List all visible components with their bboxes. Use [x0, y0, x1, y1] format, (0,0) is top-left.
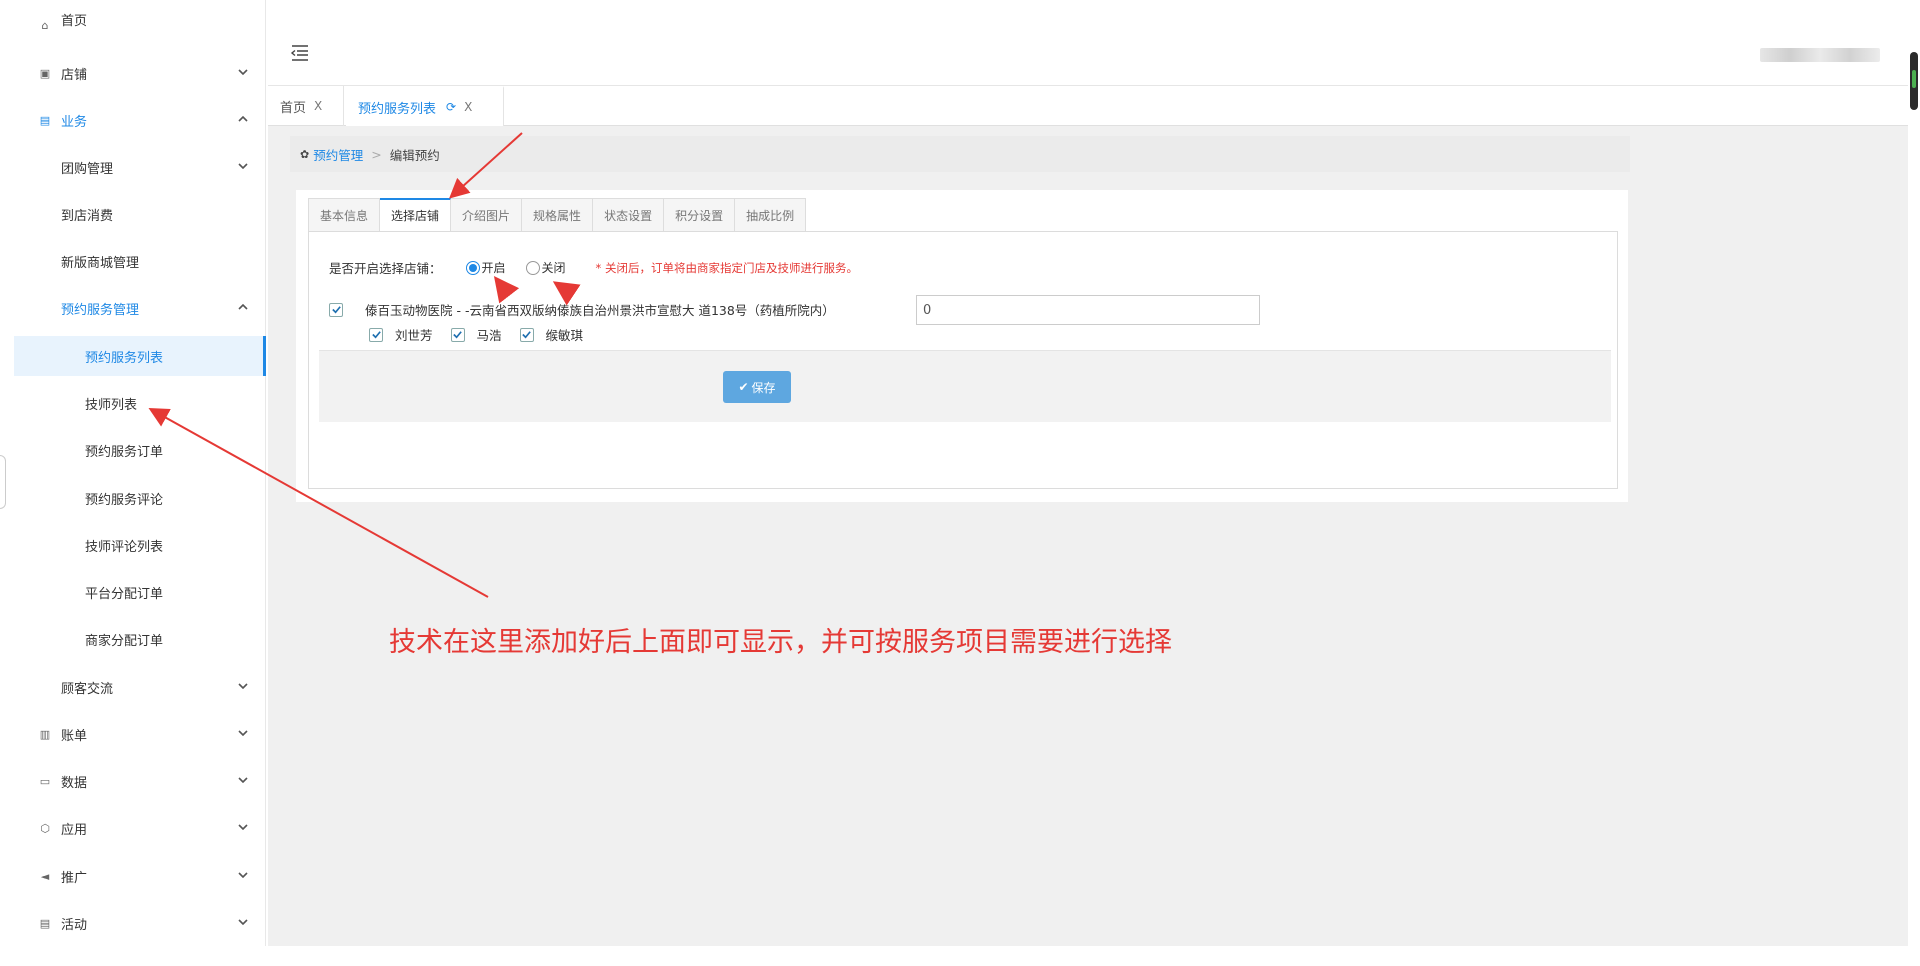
- radio-on-indicator[interactable]: [465, 260, 480, 275]
- bill-icon: ▥: [39, 727, 51, 741]
- technician-checkbox[interactable]: [450, 327, 465, 342]
- sidebar-item-home[interactable]: ⌂ 首页: [14, 6, 266, 44]
- page-tabs: 首页 X 预约服务列表 ⟳ X: [268, 86, 1908, 126]
- check-icon: ✔: [738, 380, 749, 394]
- sidebar-item-platform-orders[interactable]: 平台分配订单: [14, 572, 266, 612]
- store-row: 傣百玉动物医院 - -云南省西双版纳傣族自治州景洪市宣慰大 道138号（药植所院…: [329, 300, 835, 319]
- store-toggle-label: 是否开启选择店铺：: [329, 261, 442, 276]
- sidebar-collapse-handle[interactable]: [0, 455, 6, 509]
- close-icon[interactable]: X: [464, 100, 472, 114]
- chevron-down-icon: [238, 776, 248, 786]
- sidebar-item-tech-reviews[interactable]: 技师评论列表: [14, 525, 266, 565]
- main-content: ✿ 预约管理 > 编辑预约 基本信息 选择店铺 介绍图片 规格属性 状态设置 积…: [268, 126, 1908, 946]
- technician-checkbox[interactable]: [519, 327, 534, 342]
- sidebar-item-new-mall[interactable]: 新版商城管理: [14, 241, 266, 281]
- tab-select-store[interactable]: 选择店铺: [380, 198, 452, 232]
- breadcrumb-separator: >: [371, 146, 382, 162]
- technician-checkbox[interactable]: [369, 327, 383, 342]
- sidebar-item-merchant-orders[interactable]: 商家分配订单: [14, 619, 266, 659]
- business-icon: ▤: [39, 113, 51, 127]
- scrollbar-thumb[interactable]: [1910, 52, 1918, 110]
- sidebar-item-in-store[interactable]: 到店消费: [14, 194, 266, 234]
- technician-item: 缑敏琪: [519, 325, 583, 344]
- sidebar-item-booking-orders[interactable]: 预约服务订单: [14, 430, 266, 470]
- store-icon: ▣: [39, 66, 51, 80]
- tab-basic-info[interactable]: 基本信息: [308, 198, 381, 232]
- chevron-down-icon: [238, 682, 248, 692]
- data-icon: ▭: [39, 774, 51, 788]
- chevron-down-icon: [238, 68, 248, 78]
- chevron-up-icon: [238, 303, 248, 313]
- menu-toggle-icon[interactable]: [290, 43, 310, 63]
- refresh-icon[interactable]: ⟳: [446, 100, 456, 114]
- sidebar-item-activity[interactable]: ▤ 活动: [14, 903, 266, 943]
- sidebar-item-booking-list[interactable]: 预约服务列表: [14, 336, 266, 376]
- save-bar: ✔ 保存: [319, 350, 1611, 422]
- close-icon[interactable]: X: [314, 99, 322, 113]
- home-icon: ⌂: [41, 18, 49, 32]
- tab-points-settings[interactable]: 积分设置: [664, 198, 736, 232]
- sidebar-item-promotion[interactable]: ◄ 推广: [14, 856, 266, 896]
- chevron-up-icon: [238, 115, 248, 125]
- sidebar-item-customer-chat[interactable]: 顾客交流: [14, 667, 266, 707]
- chevron-down-icon: [238, 162, 248, 172]
- gear-icon: ✿: [300, 147, 310, 161]
- sidebar-item-booking-mgmt[interactable]: 预约服务管理: [14, 288, 266, 328]
- tab-intro-images[interactable]: 介绍图片: [451, 198, 523, 232]
- technician-item: 马浩: [450, 325, 502, 344]
- tab-status-settings[interactable]: 状态设置: [593, 198, 665, 232]
- store-checkbox[interactable]: [329, 302, 343, 317]
- user-info-blurred[interactable]: [1760, 48, 1880, 62]
- radio-off[interactable]: 关闭: [525, 259, 566, 276]
- chevron-down-icon: [238, 918, 248, 928]
- breadcrumb: ✿ 预约管理 > 编辑预约: [290, 136, 1630, 172]
- store-toggle-row: 是否开启选择店铺： 开启 关闭 * 关闭后，订单将由商家指定门店及技师进行服务。: [329, 258, 858, 277]
- tab-commission-ratio[interactable]: 抽成比例: [735, 198, 807, 232]
- form-body: 是否开启选择店铺： 开启 关闭 * 关闭后，订单将由商家指定门店及技师进行服务。…: [308, 231, 1618, 489]
- technician-row: 刘世芳 马浩 缑敏琪: [369, 325, 601, 344]
- sidebar-item-data[interactable]: ▭ 数据: [14, 761, 266, 801]
- tab-spec-attributes[interactable]: 规格属性: [522, 198, 594, 232]
- store-label: 傣百玉动物医院 - -云南省西双版纳傣族自治州景洪市宣慰大 道138号（药植所院…: [365, 303, 835, 318]
- annotation-text: 技术在这里添加好后上面即可显示，并可按服务项目需要进行选择: [389, 627, 1172, 658]
- chevron-down-icon: [238, 729, 248, 739]
- breadcrumb-parent[interactable]: ✿ 预约管理: [300, 145, 363, 164]
- chevron-down-icon: [238, 871, 248, 881]
- tab-home[interactable]: 首页 X: [268, 86, 344, 126]
- edit-panel: 基本信息 选择店铺 介绍图片 规格属性 状态设置 积分设置 抽成比例 是否开启选…: [296, 190, 1628, 502]
- radio-off-indicator[interactable]: [525, 260, 540, 275]
- top-bar: [268, 22, 1908, 86]
- sidebar-item-store[interactable]: ▣ 店铺: [14, 53, 266, 93]
- sidebar-item-apps[interactable]: ⬡ 应用: [14, 808, 266, 848]
- technician-item: 刘世芳: [369, 325, 433, 344]
- megaphone-icon: ◄: [40, 869, 50, 883]
- warning-note: * 关闭后，订单将由商家指定门店及技师进行服务。: [595, 260, 858, 275]
- sidebar: ⌂ 首页 ▣ 店铺 ▤ 业务 团购管理 到店消费 新版商城管理 预约服务管理 预…: [14, 0, 266, 946]
- radio-on[interactable]: 开启: [465, 259, 506, 276]
- sidebar-item-business[interactable]: ▤ 业务: [14, 100, 266, 140]
- store-sort-input[interactable]: [916, 295, 1260, 325]
- tab-booking-list[interactable]: 预约服务列表 ⟳ X: [346, 86, 504, 126]
- form-tabs: 基本信息 选择店铺 介绍图片 规格属性 状态设置 积分设置 抽成比例: [308, 198, 807, 232]
- sidebar-item-booking-reviews[interactable]: 预约服务评论: [14, 478, 266, 518]
- chevron-down-icon: [238, 823, 248, 833]
- sidebar-item-group-buy[interactable]: 团购管理: [14, 147, 266, 187]
- activity-icon: ▤: [39, 916, 51, 930]
- save-button[interactable]: ✔ 保存: [723, 371, 791, 403]
- app-icon: ⬡: [40, 821, 50, 835]
- sidebar-item-technician-list[interactable]: 技师列表: [14, 383, 266, 423]
- sidebar-item-bill[interactable]: ▥ 账单: [14, 714, 266, 754]
- breadcrumb-current: 编辑预约: [389, 147, 440, 163]
